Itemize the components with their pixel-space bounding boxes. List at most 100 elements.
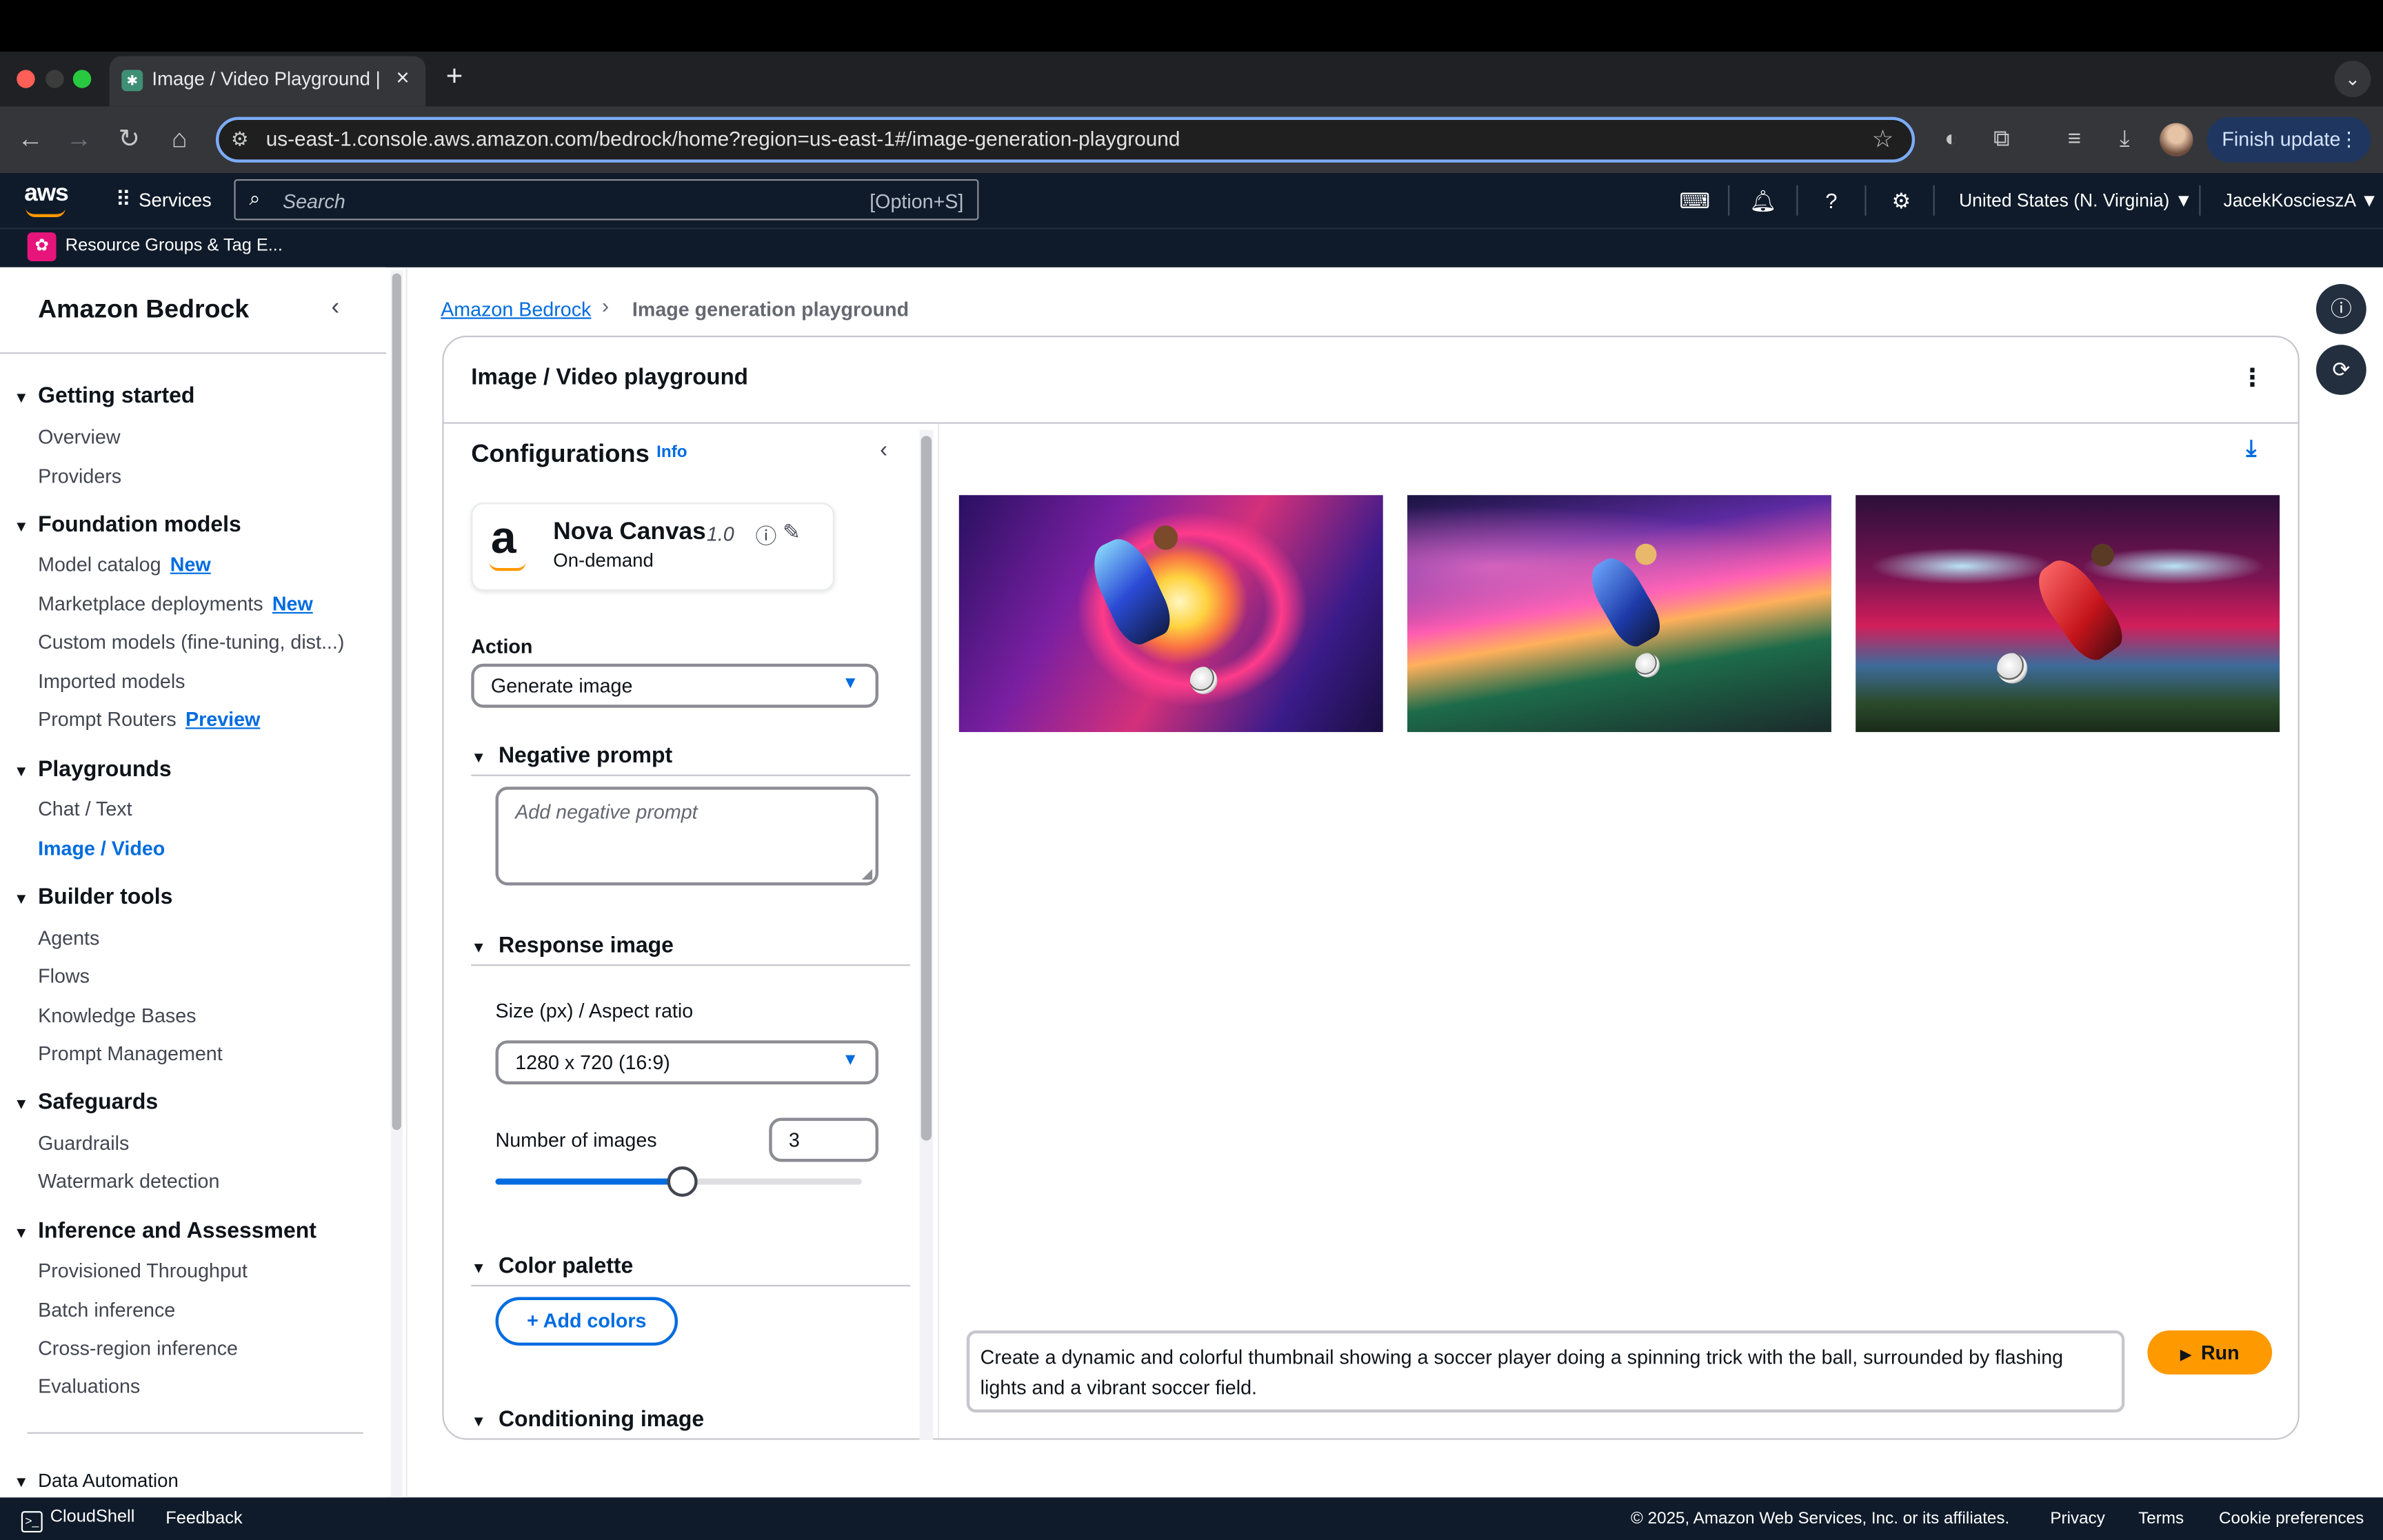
- response-image-expander[interactable]: ▼ Response image: [471, 934, 674, 958]
- assistant-icon[interactable]: ⟳: [2316, 345, 2366, 395]
- prompt-input[interactable]: Create a dynamic and colorful thumbnail …: [966, 1330, 2125, 1412]
- settings-gear-icon[interactable]: ⚙: [1886, 185, 1916, 216]
- aws-logo[interactable]: aws: [24, 181, 69, 218]
- maximize-window-button[interactable]: [72, 70, 92, 88]
- sidebar-item-chat-text[interactable]: Chat / Text: [38, 798, 132, 820]
- sidebar-item-marketplace-deployments[interactable]: Marketplace deployments New: [38, 592, 313, 615]
- downloads-icon[interactable]: ⤓: [2108, 123, 2141, 156]
- minimize-window-button[interactable]: [46, 70, 64, 88]
- help-icon[interactable]: ?: [1816, 185, 1847, 216]
- info-link[interactable]: Info: [656, 443, 687, 461]
- notifications-bell-icon[interactable]: 🔔︎: [1748, 185, 1778, 216]
- search-input[interactable]: ⌕ Search [Option+S]: [234, 179, 979, 221]
- edit-pencil-icon[interactable]: ✎: [783, 519, 801, 545]
- site-settings-icon[interactable]: ⚙: [231, 128, 249, 152]
- num-images-slider-thumb[interactable]: [667, 1166, 698, 1197]
- conditioning-image-expander[interactable]: ▼ Conditioning image: [471, 1408, 704, 1432]
- sidenav-scrollbar-thumb[interactable]: [392, 273, 401, 1131]
- color-palette-expander[interactable]: ▼ Color palette: [471, 1255, 633, 1279]
- sidebar-item-knowledge-bases[interactable]: Knowledge Bases: [38, 1004, 196, 1026]
- new-tab-button[interactable]: +: [438, 61, 471, 94]
- sidebar-item-watermark-detection[interactable]: Watermark detection: [38, 1169, 219, 1192]
- section-safeguards[interactable]: ▼ Safeguards: [14, 1091, 158, 1115]
- sidebar-item-agents[interactable]: Agents: [38, 926, 99, 949]
- section-playgrounds[interactable]: ▼ Playgrounds: [14, 758, 172, 782]
- collapse-config-icon[interactable]: ‹: [880, 438, 887, 463]
- size-select[interactable]: 1280 x 720 (16:9) ▼: [495, 1040, 878, 1085]
- tab-search-icon[interactable]: ⌄: [2334, 61, 2371, 98]
- media-controls-icon[interactable]: ≡: [2058, 123, 2091, 156]
- generated-image[interactable]: [1856, 495, 2280, 732]
- sidebar-item-batch-inference[interactable]: Batch inference: [38, 1299, 175, 1321]
- address-bar[interactable]: ⚙ us-east-1.console.aws.amazon.com/bedro…: [215, 116, 1916, 163]
- favorite-resource-groups[interactable]: Resource Groups & Tag E...: [66, 237, 283, 255]
- section-foundation-models[interactable]: ▼ Foundation models: [14, 514, 241, 538]
- download-icon[interactable]: ⤓: [2246, 436, 2257, 461]
- home-icon[interactable]: ⌂: [161, 121, 198, 158]
- extensions-puzzle-icon[interactable]: ⧉: [1985, 123, 2018, 156]
- account-menu[interactable]: JacekKoscieszA ▼: [2224, 190, 2379, 211]
- close-window-button[interactable]: [17, 70, 35, 88]
- collapse-sidenav-icon[interactable]: ‹: [331, 294, 339, 322]
- sidenav-title[interactable]: Amazon Bedrock: [38, 294, 249, 325]
- reload-icon[interactable]: ↻: [111, 121, 148, 158]
- section-getting-started[interactable]: ▼ Getting started: [14, 384, 195, 408]
- finish-update-button[interactable]: Finish update ⋮: [2206, 116, 2371, 163]
- resize-grip-icon[interactable]: ◢: [862, 866, 872, 882]
- cloudshell-link[interactable]: >_ CloudShell: [21, 1508, 134, 1533]
- action-select[interactable]: Generate image ▼: [471, 663, 878, 708]
- info-circle-icon[interactable]: ⓘ: [755, 521, 776, 551]
- section-inference-and-assessment[interactable]: ▼ Inference and Assessment: [14, 1219, 316, 1244]
- sidebar-item-cross-region-inference[interactable]: Cross-region inference: [38, 1337, 238, 1359]
- more-options-icon[interactable]: ⋮: [2240, 365, 2264, 395]
- page-title: Image / Video playground: [471, 364, 749, 391]
- negative-prompt-textarea[interactable]: Add negative prompt ◢: [495, 787, 878, 886]
- region-selector[interactable]: United States (N. Virginia) ▼: [1959, 190, 2193, 211]
- sidebar-item-providers[interactable]: Providers: [38, 465, 121, 487]
- breadcrumb-amazon-bedrock[interactable]: Amazon Bedrock: [441, 298, 591, 321]
- info-panel-icon[interactable]: ⓘ: [2316, 283, 2366, 334]
- cloudshell-icon[interactable]: ⌨: [1680, 185, 1711, 216]
- sidebar-item-imported-models[interactable]: Imported models: [38, 670, 185, 693]
- section-label: Data Automation: [38, 1470, 179, 1492]
- sidebar-item-prompt-management[interactable]: Prompt Management: [38, 1042, 223, 1064]
- num-images-input[interactable]: 3: [769, 1117, 878, 1162]
- sidebar-item-custom-models[interactable]: Custom models (fine-tuning, dist...): [38, 630, 344, 653]
- sidebar-item-provisioned-throughput[interactable]: Provisioned Throughput: [38, 1259, 248, 1281]
- privacy-link[interactable]: Privacy: [2050, 1510, 2104, 1528]
- expand-triangle-icon: ▼: [13, 1096, 29, 1113]
- section-builder-tools[interactable]: ▼ Builder tools: [14, 885, 173, 909]
- negative-prompt-expander[interactable]: ▼ Negative prompt: [471, 744, 672, 769]
- sidebar-item-prompt-routers[interactable]: Prompt Routers Preview: [38, 708, 260, 731]
- back-icon[interactable]: ←: [12, 121, 49, 158]
- section-label: Foundation models: [38, 513, 241, 538]
- extension-icon[interactable]: ◐: [1935, 123, 1968, 156]
- sidebar-item-guardrails[interactable]: Guardrails: [38, 1131, 129, 1154]
- resource-groups-icon[interactable]: ✿: [27, 232, 57, 261]
- sidebar-item-overview[interactable]: Overview: [38, 425, 120, 448]
- feedback-link[interactable]: Feedback: [165, 1510, 242, 1528]
- profile-avatar[interactable]: [2160, 123, 2193, 156]
- expander-divider: [471, 964, 911, 966]
- run-button[interactable]: ▶ Run: [2147, 1330, 2273, 1375]
- close-tab-icon[interactable]: ×: [389, 65, 416, 93]
- model-selector-card[interactable]: a Nova Canvas 1.0 ⓘ ✎ On-demand: [471, 503, 835, 591]
- section-data-automation[interactable]: ▼ Data Automation: [14, 1470, 179, 1492]
- player-head: [1635, 543, 1657, 565]
- browser-tab[interactable]: ✱ Image / Video Playground | Amazon Bedr…: [109, 56, 426, 107]
- cookie-preferences-link[interactable]: Cookie preferences: [2219, 1510, 2364, 1528]
- terms-link[interactable]: Terms: [2138, 1510, 2184, 1528]
- browser-menu-icon[interactable]: ⋮: [2339, 117, 2359, 163]
- sidebar-item-evaluations[interactable]: Evaluations: [38, 1375, 140, 1397]
- add-colors-button[interactable]: + Add colors: [495, 1297, 678, 1346]
- config-scrollbar-thumb[interactable]: [921, 436, 932, 1141]
- sidebar-item-model-catalog[interactable]: Model catalog New: [38, 553, 211, 576]
- sidebar-item-image-video[interactable]: Image / Video: [38, 837, 165, 860]
- bookmark-star-icon[interactable]: ☆: [1872, 125, 1894, 155]
- forward-icon[interactable]: →: [61, 121, 97, 158]
- expand-triangle-icon: ▼: [471, 1414, 487, 1431]
- services-menu[interactable]: ⠿ Services: [116, 187, 212, 212]
- generated-image[interactable]: [1407, 495, 1831, 732]
- sidebar-item-flows[interactable]: Flows: [38, 964, 90, 987]
- generated-image[interactable]: [958, 495, 1383, 732]
